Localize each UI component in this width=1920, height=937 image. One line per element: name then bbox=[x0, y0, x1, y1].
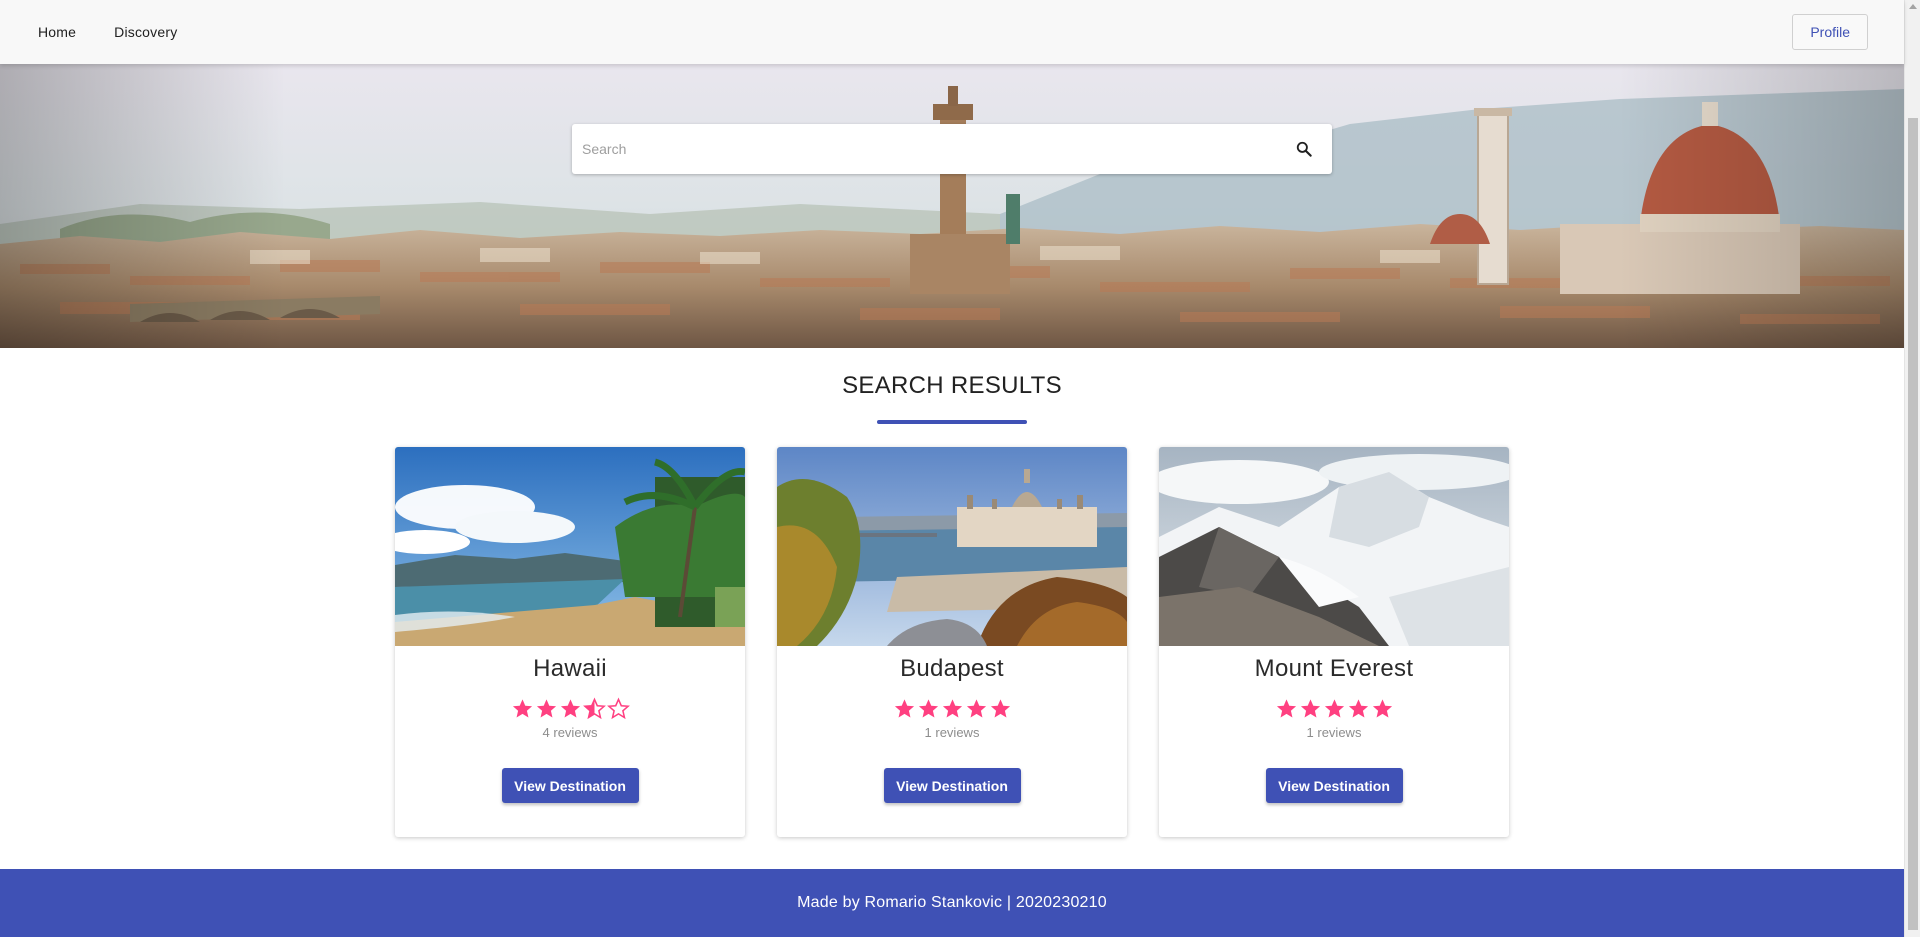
star-rating bbox=[1275, 697, 1394, 720]
star-filled-icon bbox=[512, 699, 532, 718]
star-half-icon bbox=[582, 697, 606, 720]
star-filled-icon bbox=[560, 699, 580, 718]
footer: Made by Romario Stankovic | 2020230210 bbox=[0, 869, 1904, 937]
results-card-list: Hawaii 4 reviews View Destination Budape… bbox=[395, 447, 1509, 837]
review-count: 1 reviews bbox=[1306, 725, 1362, 740]
search-input[interactable] bbox=[582, 141, 1294, 157]
star-filled-icon bbox=[1348, 699, 1368, 718]
card-title: Mount Everest bbox=[1254, 655, 1414, 682]
review-count: 4 reviews bbox=[542, 725, 598, 740]
star-filled-icon bbox=[1372, 699, 1392, 718]
budapest-image bbox=[777, 447, 1127, 646]
star-filled-icon bbox=[1276, 699, 1296, 718]
star-rating bbox=[511, 697, 630, 720]
star-filled-icon bbox=[942, 699, 962, 718]
star-filled-icon bbox=[1300, 699, 1320, 718]
view-destination-button[interactable]: View Destination bbox=[1265, 768, 1403, 803]
scroll-up-arrow-icon[interactable] bbox=[1909, 4, 1917, 9]
star-filled-icon bbox=[966, 699, 986, 718]
destination-card-mount-everest: Mount Everest 1 reviews View Destination bbox=[1159, 447, 1509, 837]
florence-skyline-image bbox=[0, 64, 1904, 348]
scrollbar-thumb[interactable] bbox=[1908, 118, 1918, 930]
view-destination-button[interactable]: View Destination bbox=[883, 768, 1021, 803]
page-scrollbar[interactable] bbox=[1904, 0, 1920, 937]
review-count: 1 reviews bbox=[924, 725, 980, 740]
hawaii-image bbox=[395, 447, 745, 646]
view-destination-button[interactable]: View Destination bbox=[501, 768, 639, 803]
star-rating bbox=[893, 697, 1012, 720]
search-results-title: SEARCH RESULTS bbox=[842, 372, 1062, 399]
star-filled-icon bbox=[894, 699, 914, 718]
top-navbar: Home Discovery Profile bbox=[0, 0, 1904, 64]
card-title: Hawaii bbox=[533, 655, 607, 682]
card-title: Budapest bbox=[900, 655, 1004, 682]
hero-banner bbox=[0, 64, 1904, 348]
search-bar bbox=[572, 124, 1332, 174]
star-filled-icon bbox=[990, 699, 1010, 718]
footer-credit: Made by Romario Stankovic | 2020230210 bbox=[797, 894, 1107, 911]
profile-button[interactable]: Profile bbox=[1792, 14, 1868, 50]
star-filled-icon bbox=[1324, 699, 1344, 718]
destination-card-budapest: Budapest 1 reviews View Destination bbox=[777, 447, 1127, 837]
mount-everest-image bbox=[1159, 447, 1509, 646]
star-filled-icon bbox=[918, 699, 938, 718]
nav-discovery-link[interactable]: Discovery bbox=[102, 16, 189, 48]
destination-card-hawaii: Hawaii 4 reviews View Destination bbox=[395, 447, 745, 837]
title-underline bbox=[877, 420, 1027, 424]
search-icon[interactable] bbox=[1294, 139, 1314, 159]
star-empty-icon bbox=[606, 697, 630, 720]
nav-home-link[interactable]: Home bbox=[26, 16, 88, 48]
star-filled-icon bbox=[536, 699, 556, 718]
